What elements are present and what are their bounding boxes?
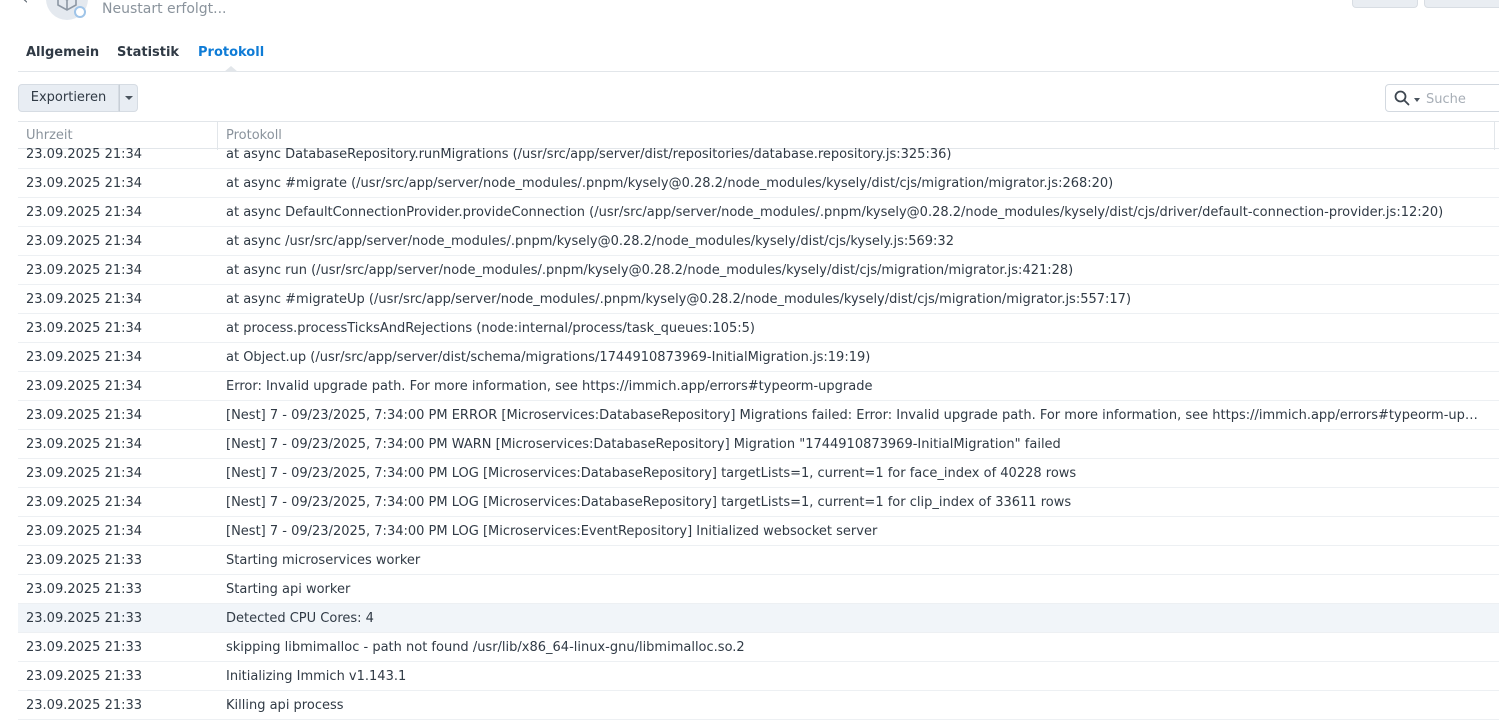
log-time-cell: 23.09.2025 21:33 [26, 582, 143, 597]
table-row[interactable]: 23.09.2025 21:34 [Nest] 7 - 09/23/2025, 7… [18, 459, 1499, 488]
log-table: Uhrzeit Protokoll 23.09.2025 21:34 at asy… [18, 121, 1499, 725]
log-time-cell: 23.09.2025 21:33 [26, 611, 143, 626]
log-time-cell: 23.09.2025 21:34 [26, 495, 143, 510]
log-message-cell: Detected CPU Cores: 4 [226, 611, 374, 626]
export-button[interactable]: Exportieren [18, 84, 119, 112]
table-row[interactable]: 23.09.2025 21:34 at async DatabaseReposit… [18, 140, 1499, 169]
table-row[interactable]: 23.09.2025 21:34 at Object.up (/usr/src/a… [18, 343, 1499, 372]
log-message-cell: at async DatabaseRepository.runMigration… [226, 147, 952, 162]
log-message-cell: at async DefaultConnectionProvider.provi… [226, 205, 1444, 220]
export-dropdown-button[interactable] [119, 84, 138, 112]
search-input[interactable] [1424, 88, 1499, 110]
log-time-cell: 23.09.2025 21:34 [26, 234, 143, 249]
log-time-cell: 23.09.2025 21:34 [26, 408, 143, 423]
log-time-cell: 23.09.2025 21:34 [26, 205, 143, 220]
log-time-cell: 23.09.2025 21:34 [26, 466, 143, 481]
table-row[interactable]: 23.09.2025 21:34 at async #migrateUp (/us… [18, 285, 1499, 314]
log-message-cell: at Object.up (/usr/src/app/server/dist/s… [226, 350, 871, 365]
search-icon [1394, 90, 1410, 106]
log-message-cell: skipping libmimalloc - path not found /u… [226, 640, 745, 655]
log-time-cell: 23.09.2025 21:34 [26, 263, 143, 278]
table-row[interactable]: 23.09.2025 21:34 at async /usr/src/app/se… [18, 227, 1499, 256]
header-action-button-2[interactable] [1424, 0, 1499, 8]
log-message-cell: Starting api worker [226, 582, 351, 597]
log-message-cell: Starting microservices worker [226, 553, 421, 568]
table-row[interactable]: 23.09.2025 21:33 Detected CPU Cores: 4 [18, 604, 1499, 633]
header-action-button[interactable] [1352, 0, 1418, 8]
log-message-cell: [Nest] 7 - 09/23/2025, 7:34:00 PM ERROR … [226, 408, 1484, 423]
log-time-cell: 23.09.2025 21:34 [26, 292, 143, 307]
log-message-cell: [Nest] 7 - 09/23/2025, 7:34:00 PM WARN [… [226, 437, 1061, 452]
caret-down-icon [125, 96, 133, 100]
table-row[interactable]: 23.09.2025 21:33 skipping libmimalloc - p… [18, 633, 1499, 662]
log-time-cell: 23.09.2025 21:33 [26, 553, 143, 568]
log-time-cell: 23.09.2025 21:33 [26, 640, 143, 655]
package-status-text: Neustart erfolgt... [102, 1, 227, 17]
package-header: ‹ Neustart erfolgt... [0, 0, 1499, 36]
table-row[interactable]: 23.09.2025 21:33 Starting api worker [18, 575, 1499, 604]
tab-allgemein[interactable]: Allgemein [18, 40, 107, 66]
tab-protokoll[interactable]: Protokoll [190, 40, 272, 72]
table-row[interactable]: 23.09.2025 21:33 Killing api process [18, 691, 1499, 720]
log-message-cell: at async #migrateUp (/usr/src/app/server… [226, 292, 1132, 307]
log-message-cell: [Nest] 7 - 09/23/2025, 7:34:00 PM LOG [M… [226, 466, 1077, 481]
table-row[interactable]: 23.09.2025 21:34 [Nest] 7 - 09/23/2025, 7… [18, 488, 1499, 517]
log-message-cell: at async #migrate (/usr/src/app/server/n… [226, 176, 1114, 191]
log-time-cell: 23.09.2025 21:33 [26, 669, 143, 684]
table-row[interactable]: 23.09.2025 21:34 at process.processTicksA… [18, 314, 1499, 343]
log-message-cell: at async /usr/src/app/server/node_module… [226, 234, 954, 249]
status-badge-icon [74, 6, 86, 18]
log-message-cell: [Nest] 7 - 09/23/2025, 7:34:00 PM LOG [M… [226, 524, 878, 539]
log-message-cell: [Nest] 7 - 09/23/2025, 7:34:00 PM LOG [M… [226, 495, 1072, 510]
log-time-cell: 23.09.2025 21:34 [26, 379, 143, 394]
log-message-cell: at async run (/usr/src/app/server/node_m… [226, 263, 1074, 278]
table-row[interactable]: 23.09.2025 21:33 Initializing Immich v1.1… [18, 662, 1499, 691]
table-row[interactable]: 23.09.2025 21:34 [Nest] 7 - 09/23/2025, 7… [18, 401, 1499, 430]
tabs-divider [18, 71, 1499, 72]
search-box[interactable] [1385, 84, 1499, 112]
log-message-cell: Error: Invalid upgrade path. For more in… [226, 379, 873, 394]
log-time-cell: 23.09.2025 21:34 [26, 437, 143, 452]
table-row[interactable]: 23.09.2025 21:34 at async run (/usr/src/a… [18, 256, 1499, 285]
back-chevron-icon[interactable]: ‹ [22, 0, 36, 7]
table-row[interactable]: 23.09.2025 21:34 at async #migrate (/usr/… [18, 169, 1499, 198]
log-time-cell: 23.09.2025 21:33 [26, 698, 143, 713]
table-row[interactable]: 23.09.2025 21:34 at async DefaultConnecti… [18, 198, 1499, 227]
log-time-cell: 23.09.2025 21:34 [26, 147, 143, 162]
log-time-cell: 23.09.2025 21:34 [26, 524, 143, 539]
log-time-cell: 23.09.2025 21:34 [26, 321, 143, 336]
table-row[interactable]: 23.09.2025 21:34 Error: Invalid upgrade p… [18, 372, 1499, 401]
table-row[interactable]: 23.09.2025 21:34 [Nest] 7 - 09/23/2025, 7… [18, 430, 1499, 459]
log-message-cell: Killing api process [226, 698, 344, 713]
table-row[interactable]: 23.09.2025 21:33 Starting microservices w… [18, 546, 1499, 575]
table-row[interactable]: 23.09.2025 21:34 [Nest] 7 - 09/23/2025, 7… [18, 517, 1499, 546]
log-time-cell: 23.09.2025 21:34 [26, 176, 143, 191]
tab-statistik[interactable]: Statistik [109, 40, 187, 66]
search-options-caret-icon[interactable] [1414, 98, 1420, 102]
log-time-cell: 23.09.2025 21:34 [26, 350, 143, 365]
log-message-cell: Initializing Immich v1.143.1 [226, 669, 407, 684]
log-message-cell: at process.processTicksAndRejections (no… [226, 321, 756, 336]
